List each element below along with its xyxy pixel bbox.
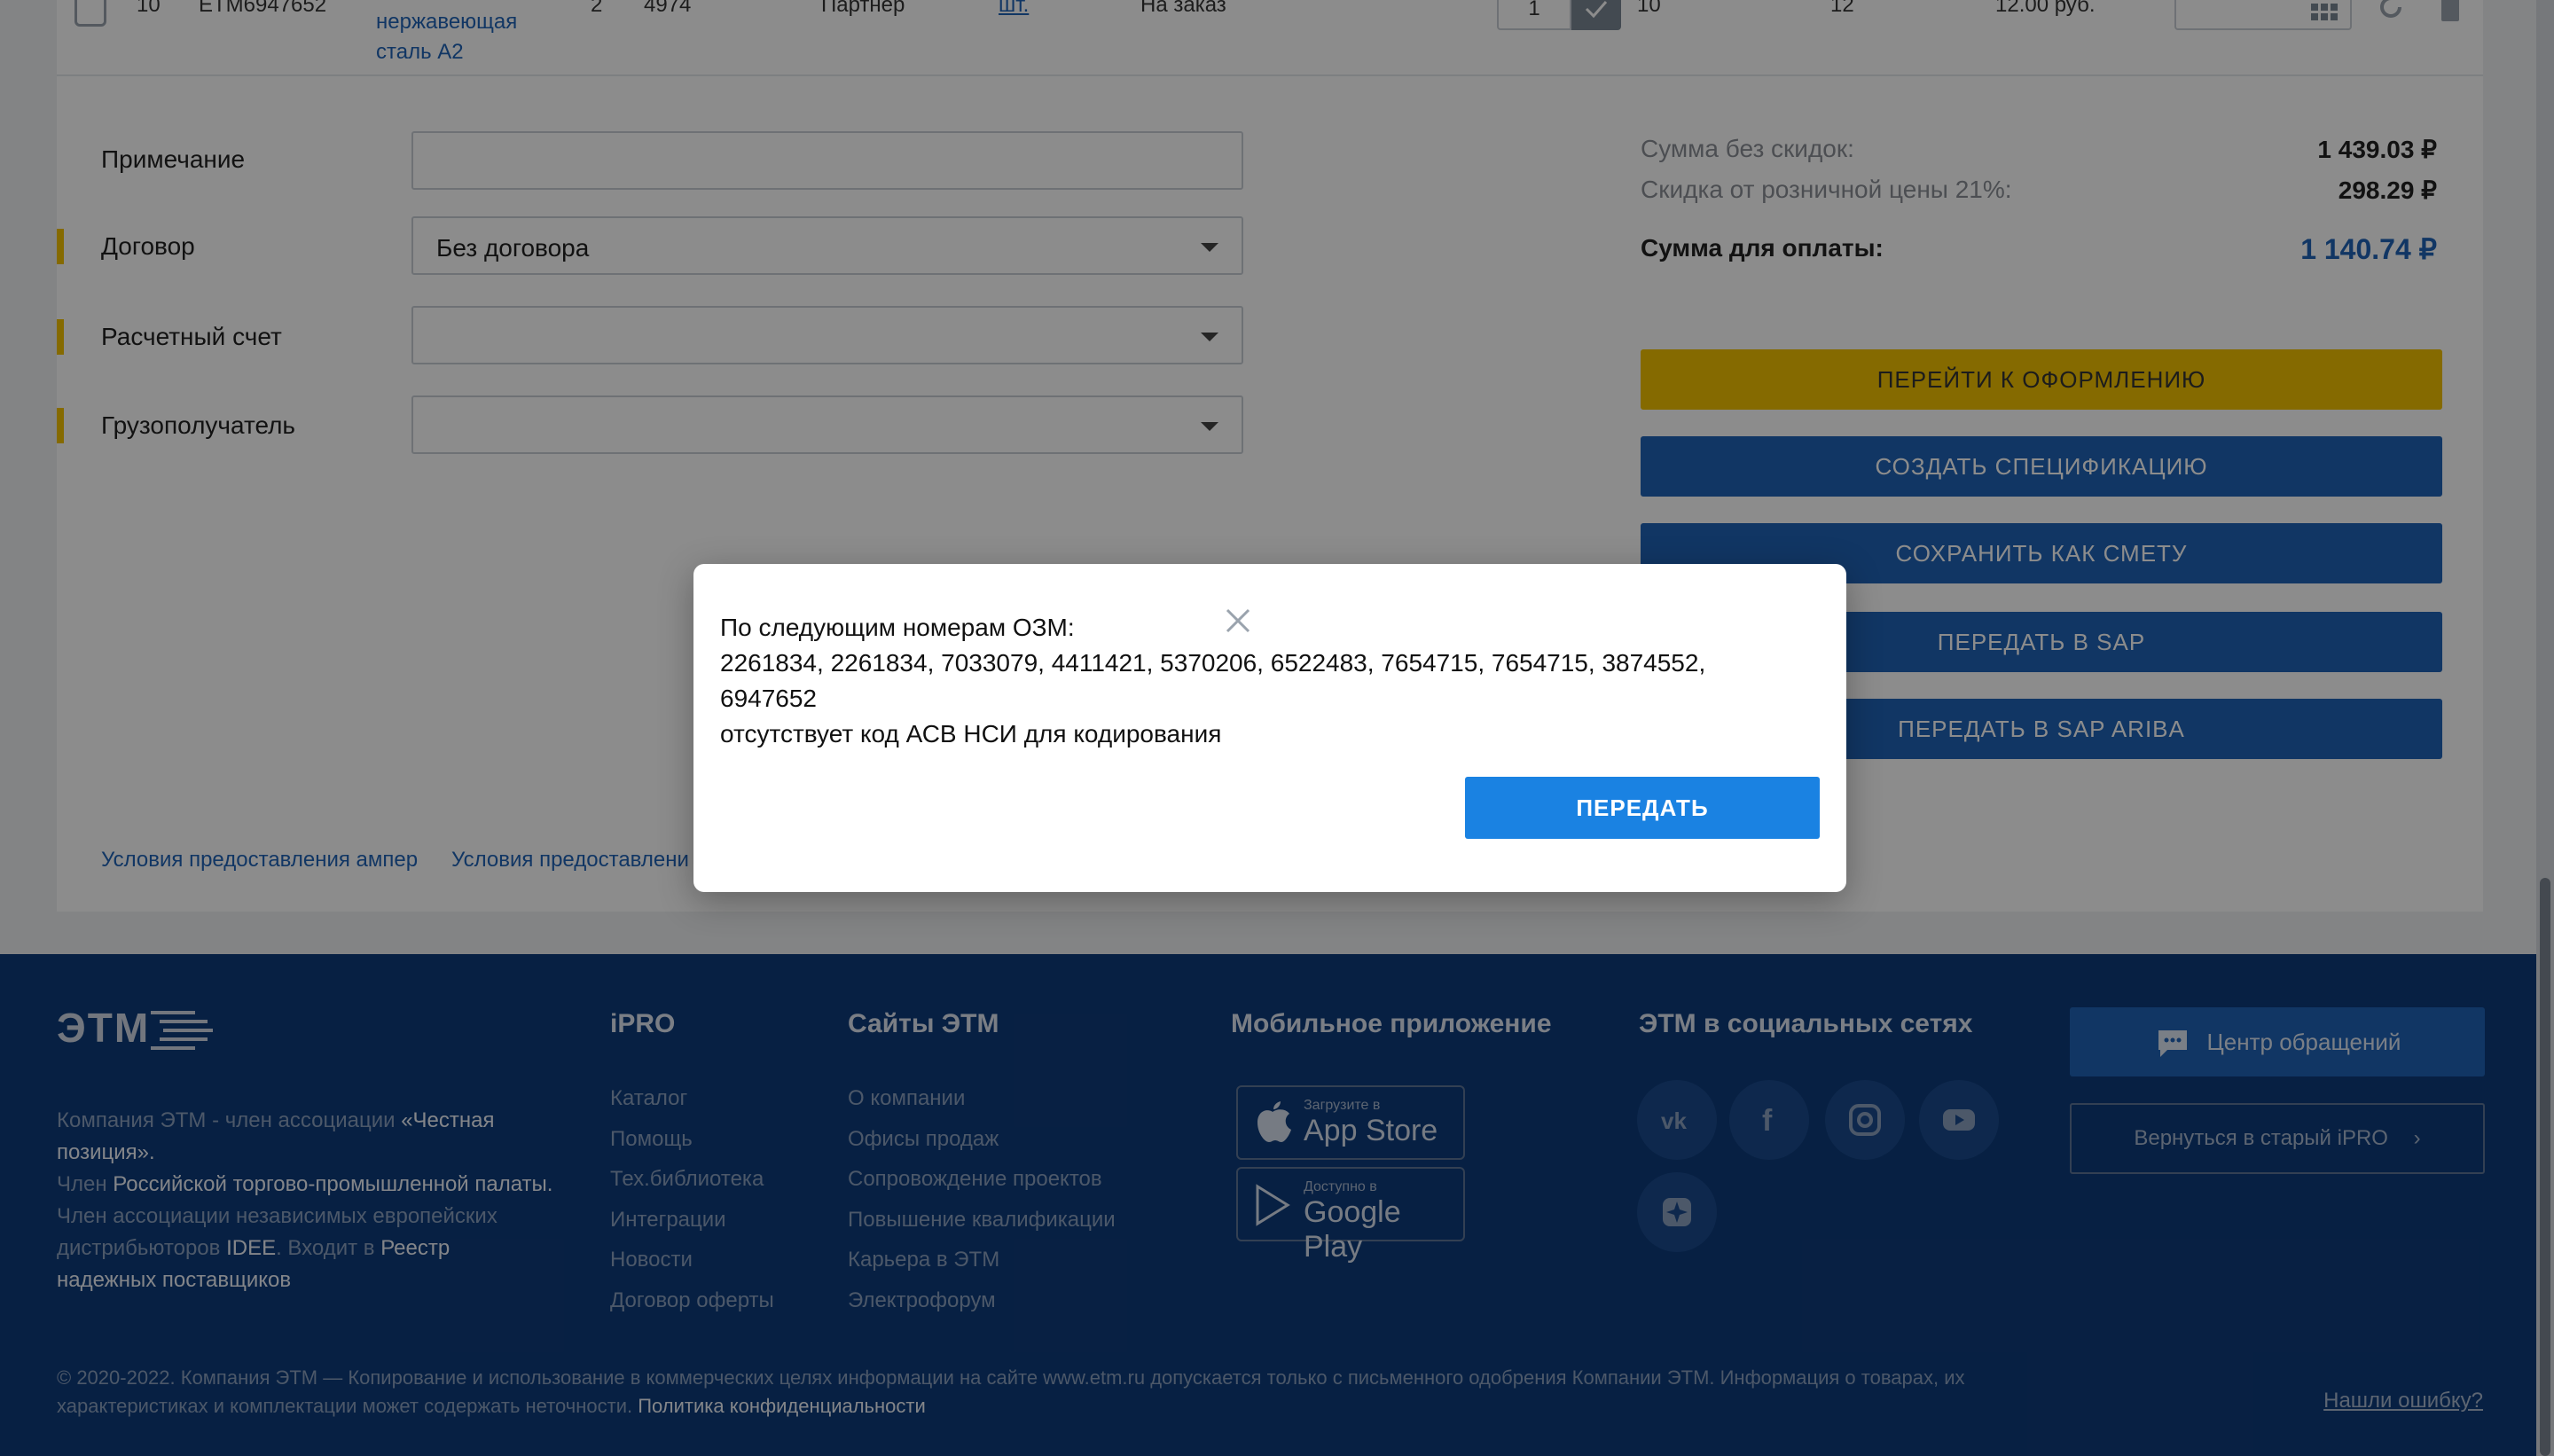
dialog-ozm-list: 2261834, 2261834, 7033079, 4411421, 5370…: [720, 649, 1706, 677]
submit-button[interactable]: ПЕРЕДАТЬ: [1465, 777, 1820, 839]
dialog-line-4: отсутствует код АСВ НСИ для кодирования: [720, 720, 1222, 748]
dialog-line-1: По следующим номерам ОЗМ:: [720, 614, 1075, 641]
ozm-warning-dialog: По следующим номерам ОЗМ: 2261834, 22618…: [693, 564, 1846, 892]
dialog-message: По следующим номерам ОЗМ: 2261834, 22618…: [720, 610, 1784, 752]
dialog-ozm-list-cont: 6947652: [720, 685, 818, 712]
